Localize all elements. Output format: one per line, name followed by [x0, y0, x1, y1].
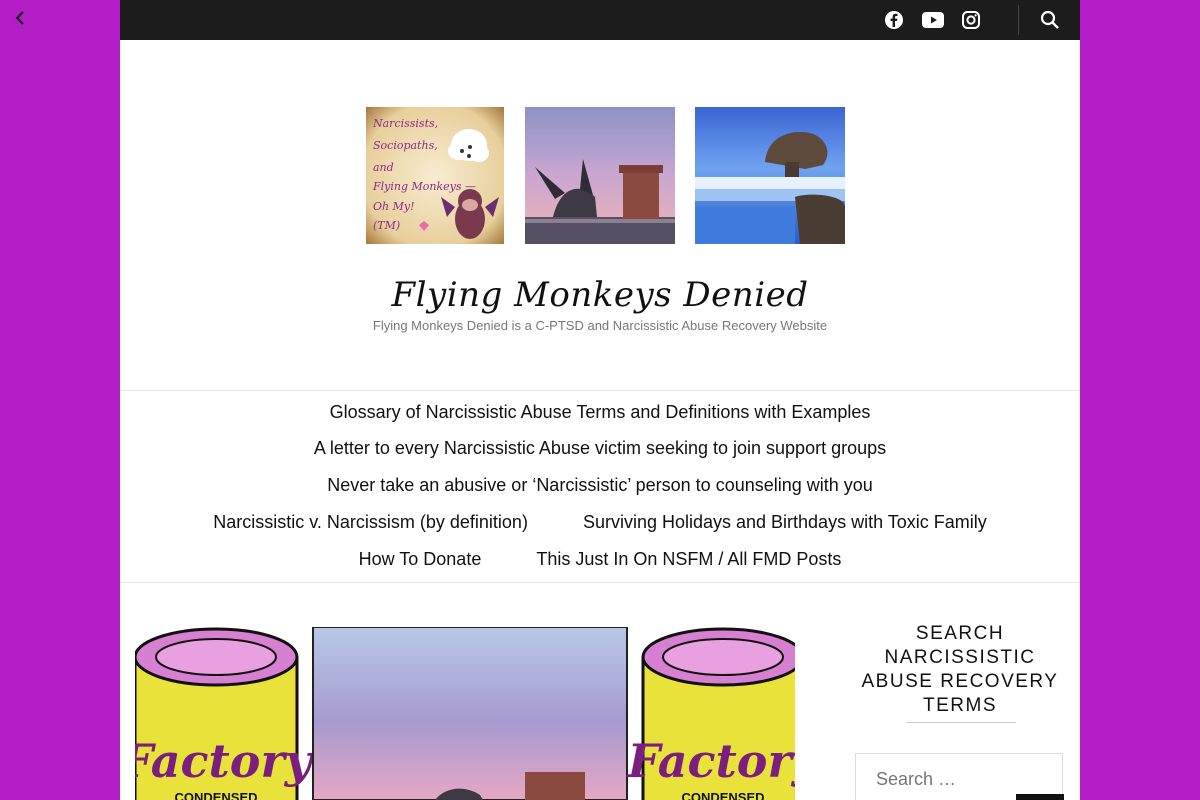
featured-image[interactable]: Factory CONDENSED Factory CONDENSED [135, 627, 795, 800]
nav-link-glossary[interactable]: Glossary of Narcissistic Abuse Terms and… [330, 402, 871, 423]
sidebar-widget-title: SEARCH NARCISSISTIC ABUSE RECOVERY TERMS [861, 623, 1059, 716]
page-container: Narcissists, Sociopaths, and Flying Monk… [120, 0, 1080, 800]
youtube-icon[interactable] [920, 7, 946, 33]
instagram-icon[interactable] [958, 7, 984, 33]
nav-link-nsfm-posts[interactable]: This Just In On NSFM / All FMD Posts [536, 549, 841, 570]
back-arrow-icon[interactable] [10, 6, 30, 30]
parchment-line-5: Oh My! [373, 200, 415, 213]
nav-link-counseling[interactable]: Never take an abusive or ‘Narcissistic’ … [327, 475, 873, 496]
header-image-seascape[interactable] [695, 107, 845, 244]
parchment-line-2: Sociopaths, [373, 139, 438, 152]
nav-link-narcissistic-v-narcissism[interactable]: Narcissistic v. Narcissism (by definitio… [213, 512, 528, 533]
search-icon[interactable] [1037, 7, 1063, 33]
sidebar-title-divider [906, 722, 1016, 723]
main-navigation: Glossary of Narcissistic Abuse Terms and… [120, 390, 1080, 583]
top-bar [120, 0, 1080, 40]
sidebar-search-box [855, 753, 1078, 800]
nav-link-letter[interactable]: A letter to every Narcissistic Abuse vic… [314, 438, 886, 459]
parchment-line-3: and [373, 161, 394, 174]
header-image-parchment[interactable]: Narcissists, Sociopaths, and Flying Monk… [363, 107, 513, 244]
parchment-line-4: Flying Monkeys — [372, 180, 476, 193]
left-can-sublabel: CONDENSED [174, 790, 257, 800]
right-can-sublabel: CONDENSED [681, 790, 764, 800]
parchment-line-6: (TM) [373, 219, 400, 232]
left-can-label: Factory [135, 734, 315, 788]
parchment-line-1: Narcissists, [372, 117, 438, 130]
sidebar-search-button[interactable] [1016, 794, 1064, 800]
header-image-gargoyle[interactable] [525, 107, 675, 244]
nav-link-surviving-holidays[interactable]: Surviving Holidays and Birthdays with To… [583, 512, 987, 533]
nav-link-donate[interactable]: How To Donate [359, 549, 482, 570]
right-can-label: Factory [626, 734, 795, 788]
header-images: Narcissists, Sociopaths, and Flying Monk… [363, 107, 846, 244]
site-tagline: Flying Monkeys Denied is a C-PTSD and Na… [372, 318, 828, 333]
topbar-divider [1018, 5, 1019, 35]
facebook-icon[interactable] [881, 7, 907, 33]
site-title[interactable]: Flying Monkeys Denied [120, 275, 1080, 315]
